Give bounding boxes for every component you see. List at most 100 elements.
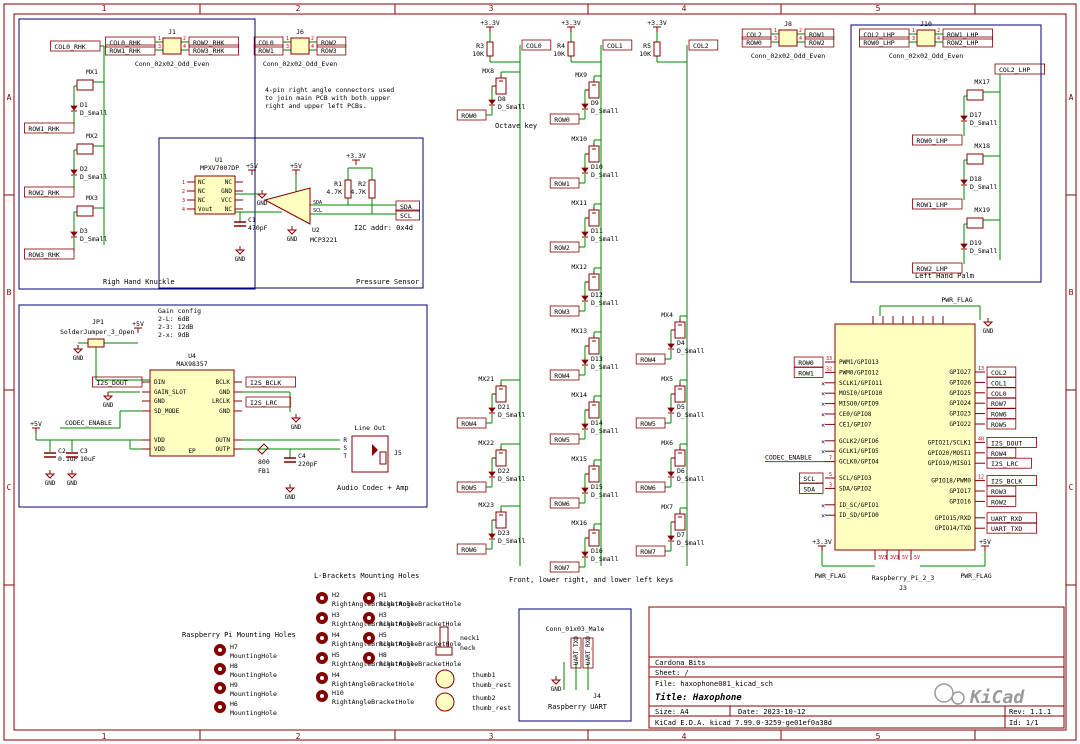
value-label: 10K bbox=[553, 50, 565, 58]
net-label: ROW1 bbox=[798, 369, 814, 377]
diode-ref: D15 bbox=[591, 483, 603, 491]
pin-name: GPIO24 bbox=[949, 400, 971, 407]
switch-ref: MX4 bbox=[661, 311, 673, 319]
connector-value: Conn_02x02_Odd_Even bbox=[751, 52, 825, 60]
net-label: ROW6 bbox=[991, 411, 1007, 419]
hole-ref: H5 bbox=[379, 631, 387, 639]
diode-body bbox=[960, 179, 968, 185]
ref-label: C3 bbox=[80, 447, 88, 455]
pin-name: GCLK0/GPIO4 bbox=[839, 459, 879, 466]
gnd-label: GND bbox=[551, 686, 562, 693]
diode-ref: D5 bbox=[677, 403, 685, 411]
pin-name: GPIO27 bbox=[949, 369, 971, 376]
no-connect: × bbox=[821, 438, 825, 446]
connector-value: Conn_02x02_Odd_Even bbox=[263, 60, 337, 68]
net-label: ROW2_LHP bbox=[947, 39, 978, 47]
pin-name: NC bbox=[225, 179, 233, 186]
connector-body bbox=[162, 37, 182, 55]
connector-ref: J4 bbox=[593, 692, 601, 700]
section-title: L-Brackets Mounting Holes bbox=[314, 572, 419, 580]
net-label: COL2 bbox=[991, 369, 1007, 377]
pin-name: SDA/GPIO2 bbox=[839, 485, 872, 492]
net-label: ROW0 bbox=[798, 359, 814, 367]
ic-ref: U1 bbox=[215, 156, 223, 164]
hole-ref: H6 bbox=[230, 700, 238, 708]
diode-value: D_Small bbox=[591, 491, 618, 499]
hole-value: MountingHole bbox=[230, 671, 277, 679]
pin-name: VDD bbox=[154, 437, 165, 444]
power-flag: PWR_FLAG bbox=[814, 572, 845, 580]
pin-number: 1 bbox=[774, 28, 777, 34]
section-title: Front, lower right, and lower left keys bbox=[509, 576, 673, 584]
diode-value: D_Small bbox=[677, 539, 704, 547]
net-label: COL0_RHK bbox=[54, 43, 85, 51]
value-label: 800 bbox=[258, 458, 270, 466]
diode-body bbox=[960, 243, 968, 249]
pin-number: 32 bbox=[826, 366, 832, 372]
pin-number: 2 bbox=[311, 36, 314, 42]
pin-name: MOSI0/GPIO10 bbox=[839, 390, 883, 397]
net-label: UART_RXD bbox=[991, 515, 1022, 523]
pin-name: R bbox=[343, 437, 347, 444]
ref-label: R3 bbox=[476, 42, 484, 50]
switch-body bbox=[674, 513, 686, 531]
net-label: I2S_BCLK bbox=[991, 478, 1022, 486]
net-label: COL2_LHP bbox=[863, 31, 894, 39]
ref-label: C2 bbox=[58, 447, 66, 455]
connector-value: Conn_02x02_Odd_Even bbox=[889, 52, 963, 60]
diode-value: D_Small bbox=[591, 555, 618, 563]
switch-body bbox=[966, 217, 984, 229]
frame-col-label: 4 bbox=[682, 732, 687, 741]
net-label: CODEC_ENABLE bbox=[65, 419, 112, 427]
switch-body bbox=[495, 385, 507, 403]
net-label: COL2 bbox=[693, 42, 709, 50]
value-label: 10K bbox=[472, 50, 484, 58]
switch-ref: MX19 bbox=[974, 206, 990, 214]
pin-number: 1 bbox=[182, 180, 185, 186]
net-label: ROW5 bbox=[461, 484, 477, 492]
pin-name: 3V3 bbox=[890, 555, 899, 561]
pin-number: 13 bbox=[978, 366, 984, 372]
switch-ref: MX6 bbox=[661, 439, 673, 447]
diode-body bbox=[581, 103, 589, 109]
pin-number: 2 bbox=[183, 36, 186, 42]
power-flag: PWR_FLAG bbox=[941, 296, 972, 304]
mounting-hole-center bbox=[320, 596, 324, 600]
gnd-label: GND bbox=[45, 480, 56, 487]
gnd-label: GND bbox=[291, 424, 302, 431]
hole-ref: H7 bbox=[230, 643, 238, 651]
net-label: COL1 bbox=[991, 379, 1007, 387]
connector-ref: J10 bbox=[920, 20, 932, 28]
tb-id: Id: 1/1 bbox=[1009, 719, 1039, 727]
diode-value: D_Small bbox=[591, 427, 618, 435]
pin-number: 1 bbox=[286, 36, 289, 42]
pin-number: 3 bbox=[912, 36, 915, 42]
net-label: ROW3 bbox=[991, 488, 1007, 496]
pin-name: ID_SD/GPIO0 bbox=[839, 512, 879, 519]
pin-name: GND bbox=[219, 389, 230, 396]
pin-number: 40 bbox=[978, 436, 984, 442]
pin-name: SCLK1/GPIO11 bbox=[839, 380, 883, 387]
gnd-symbol bbox=[72, 348, 84, 354]
tb-rev: Rev: 1.1.1 bbox=[1009, 708, 1051, 716]
box-palm bbox=[850, 24, 1042, 283]
note-text: I2C addr: 0x4d bbox=[354, 224, 413, 232]
ref-label: thumb1 bbox=[472, 671, 496, 679]
diode-ref: D3 bbox=[80, 227, 88, 235]
connector-ref: J3 bbox=[899, 584, 907, 592]
note-text: 2-3: 12dB bbox=[158, 323, 193, 331]
net-label: SCL bbox=[803, 475, 815, 483]
gnd-label: GND bbox=[983, 328, 994, 335]
hole-ref: H5 bbox=[332, 651, 340, 659]
gnd-symbol bbox=[284, 487, 296, 493]
note-text: to join main PCB with both upper bbox=[265, 94, 390, 102]
watermark: KiCad bbox=[969, 687, 1025, 708]
gnd-label: GND bbox=[285, 494, 296, 501]
diode-body bbox=[70, 231, 78, 237]
diode-body bbox=[667, 471, 675, 477]
pin-name: SCL/GPIO3 bbox=[839, 475, 872, 482]
connector-ref: J1 bbox=[168, 28, 176, 36]
net-label: COL0 bbox=[991, 390, 1007, 398]
switch-ref: MX23 bbox=[478, 501, 494, 509]
power-label: +5V bbox=[290, 162, 302, 170]
